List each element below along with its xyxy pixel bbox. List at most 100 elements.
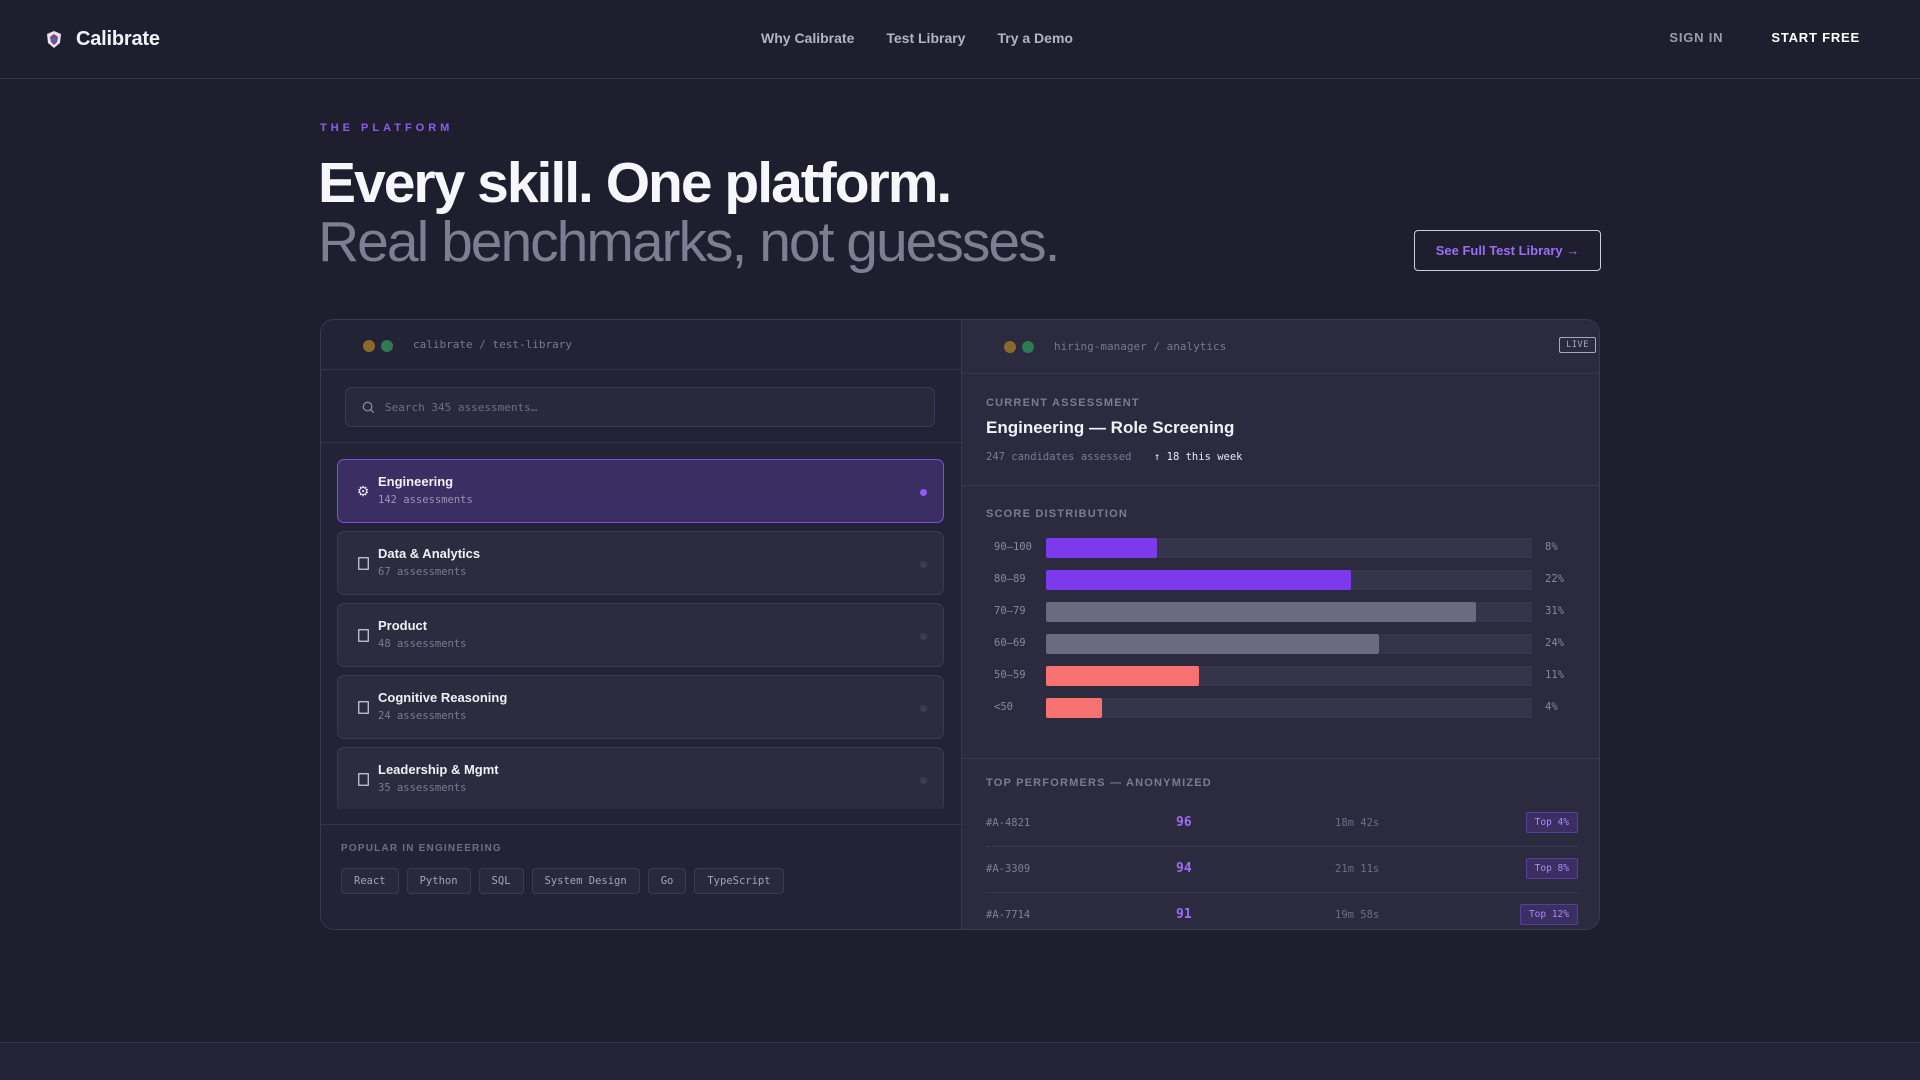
current-assessment-section: CURRENT ASSESSMENT Engineering — Role Sc… xyxy=(962,374,1599,486)
sign-in-link[interactable]: SIGN IN xyxy=(1669,30,1723,45)
distribution-bar-track xyxy=(1046,666,1532,686)
nav-link-why-calibrate[interactable]: Why Calibrate xyxy=(761,30,854,46)
distribution-row: 70–79 31% xyxy=(986,602,1586,634)
distribution-bar xyxy=(1046,570,1352,590)
distribution-percent-label: 11% xyxy=(1545,669,1564,681)
distribution-row: 60–69 24% xyxy=(986,634,1586,666)
brand-name: Calibrate xyxy=(76,28,160,50)
category-name: Data & Analytics xyxy=(378,546,481,561)
category-count: 35 assessments xyxy=(378,782,467,794)
tag-python[interactable]: Python xyxy=(406,868,471,894)
distribution-row: 50–59 11% xyxy=(986,666,1586,698)
distribution-range-label: 90–100 xyxy=(994,541,1032,553)
window-dot-green xyxy=(1022,341,1034,353)
see-full-test-library-button[interactable]: See Full Test Library → xyxy=(1414,230,1601,271)
nav-link-try-demo[interactable]: Try a Demo xyxy=(997,30,1072,46)
search-input[interactable] xyxy=(385,400,905,414)
nav-link-test-library[interactable]: Test Library xyxy=(886,30,965,46)
performer-time: 18m 42s xyxy=(1335,817,1380,829)
performer-score: 94 xyxy=(1176,861,1192,876)
score-distribution-bars: 90–100 8% 80–89 22% 70–79 31% 60–69 24% 50–59 11%… xyxy=(986,538,1586,730)
tag-typescript[interactable]: TypeScript xyxy=(694,868,784,894)
distribution-bar xyxy=(1046,538,1158,558)
square-icon xyxy=(354,698,372,716)
performer-rank-badge: Top 8% xyxy=(1525,858,1578,879)
window-titlebar: calibrate / test-library xyxy=(321,320,961,370)
top-performers-label: TOP PERFORMERS — ANONYMIZED xyxy=(986,777,1212,789)
distribution-percent-label: 4% xyxy=(1545,701,1558,713)
tag-go[interactable]: Go xyxy=(647,868,687,894)
gear-icon: ⚙ xyxy=(356,482,370,499)
distribution-range-label: <50 xyxy=(994,701,1013,713)
distribution-bar xyxy=(1046,666,1199,686)
performer-time: 21m 11s xyxy=(1335,863,1380,875)
window-titlebar: hiring-manager / analytics LIVE xyxy=(962,320,1599,374)
category-data-analytics[interactable]: Data & Analytics 67 assessments xyxy=(337,531,944,595)
start-free-button[interactable]: START FREE xyxy=(1771,30,1860,45)
window-path: calibrate / test-library xyxy=(413,338,572,351)
top-navigation: Calibrate Why Calibrate Test Library Try… xyxy=(0,0,1920,79)
category-product[interactable]: Product 48 assessments xyxy=(337,603,944,667)
hero-eyebrow: THE PLATFORM xyxy=(320,122,454,134)
distribution-bar-track xyxy=(1046,538,1532,558)
current-assessment-label: CURRENT ASSESSMENT xyxy=(986,397,1140,409)
distribution-bar xyxy=(1046,602,1477,622)
performer-row[interactable]: #A-7714 91 19m 58s Top 12% xyxy=(986,893,1578,929)
active-indicator-dot xyxy=(920,489,927,496)
category-count: 142 assessments xyxy=(378,494,473,506)
analytics-window: hiring-manager / analytics LIVE CURRENT … xyxy=(961,320,1599,929)
distribution-range-label: 50–59 xyxy=(994,669,1026,681)
score-distribution-section: SCORE DISTRIBUTION 90–100 8% 80–89 22% 70–79… xyxy=(962,486,1599,759)
distribution-range-label: 80–89 xyxy=(994,573,1026,585)
current-assessment-title: Engineering — Role Screening xyxy=(986,418,1235,437)
tag-sql[interactable]: SQL xyxy=(478,868,524,894)
category-cognitive-reasoning[interactable]: Cognitive Reasoning 24 assessments xyxy=(337,675,944,739)
category-list: ⚙ Engineering 142 assessments Data & Ana… xyxy=(337,459,944,809)
performer-id: #A-7714 xyxy=(986,909,1031,921)
category-count: 24 assessments xyxy=(378,710,467,722)
performer-id: #A-3309 xyxy=(986,863,1031,875)
badge-logo-icon xyxy=(47,30,61,48)
distribution-percent-label: 31% xyxy=(1545,605,1564,617)
distribution-bar xyxy=(1046,634,1380,654)
distribution-range-label: 70–79 xyxy=(994,605,1026,617)
performer-score: 96 xyxy=(1176,815,1192,830)
window-path: hiring-manager / analytics xyxy=(1054,340,1227,353)
performer-rank-badge: Top 12% xyxy=(1519,904,1578,925)
nav-links: Why Calibrate Test Library Try a Demo xyxy=(761,30,1073,46)
performer-row[interactable]: #A-3309 94 21m 11s Top 8% xyxy=(986,847,1578,893)
window-dot-yellow xyxy=(363,340,375,352)
hero-subheadline: Real benchmarks, not guesses. xyxy=(318,210,1060,274)
top-performers-section: TOP PERFORMERS — ANONYMIZED #A-4821 96 1… xyxy=(962,759,1599,929)
distribution-percent-label: 24% xyxy=(1545,637,1564,649)
category-engineering[interactable]: ⚙ Engineering 142 assessments xyxy=(337,459,944,523)
live-badge: LIVE xyxy=(1559,337,1596,353)
category-name: Cognitive Reasoning xyxy=(378,690,508,705)
distribution-bar-track xyxy=(1046,602,1532,622)
distribution-percent-label: 22% xyxy=(1545,573,1564,585)
performer-time: 19m 58s xyxy=(1335,909,1380,921)
distribution-bar-track xyxy=(1046,570,1532,590)
category-name: Product xyxy=(378,618,428,633)
nav-actions: SIGN IN START FREE xyxy=(1669,30,1860,45)
footer-band xyxy=(0,1042,1920,1080)
square-icon xyxy=(354,626,372,644)
tag-system-design[interactable]: System Design xyxy=(531,868,640,894)
category-count: 48 assessments xyxy=(378,638,467,650)
distribution-row: <50 4% xyxy=(986,698,1586,730)
category-leadership-mgmt[interactable]: Leadership & Mgmt 35 assessments xyxy=(337,747,944,809)
search-box[interactable] xyxy=(345,387,935,427)
distribution-bar-track xyxy=(1046,698,1532,718)
category-count: 67 assessments xyxy=(378,566,467,578)
indicator-dot xyxy=(920,633,927,640)
brand[interactable]: Calibrate xyxy=(44,28,160,51)
window-dot-green xyxy=(381,340,393,352)
popular-title: POPULAR IN ENGINEERING xyxy=(341,843,502,854)
performer-list: #A-4821 96 18m 42s Top 4% #A-3309 94 21m… xyxy=(986,801,1578,929)
performer-rank-badge: Top 4% xyxy=(1525,812,1578,833)
candidates-count: 247 candidates assessed xyxy=(986,451,1132,463)
tag-react[interactable]: React xyxy=(341,868,399,894)
hero-headline: Every skill. One platform. xyxy=(318,151,952,215)
performer-row[interactable]: #A-4821 96 18m 42s Top 4% xyxy=(986,801,1578,847)
weekly-change: ↑ 18 this week xyxy=(1154,451,1243,463)
